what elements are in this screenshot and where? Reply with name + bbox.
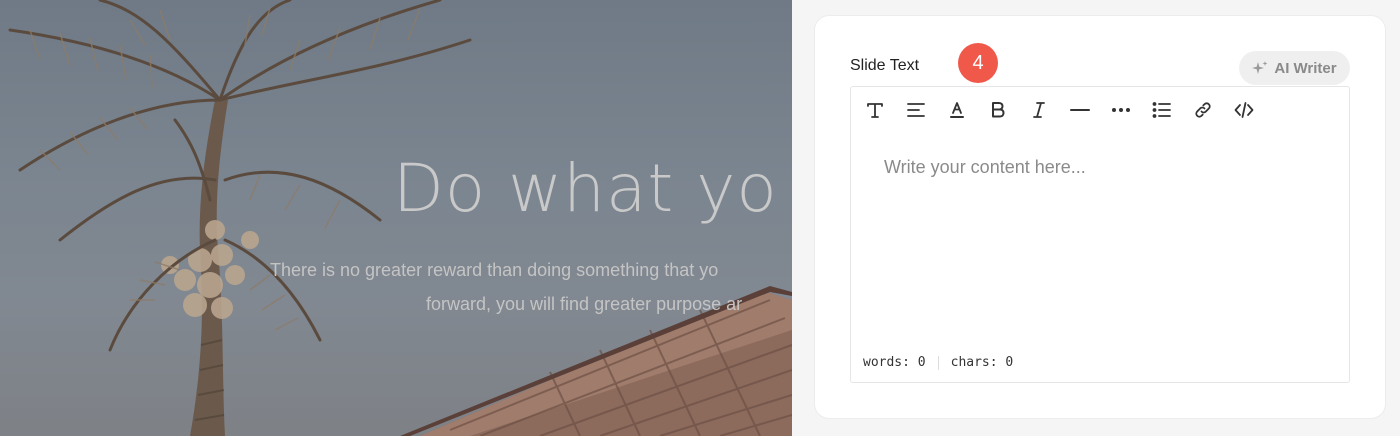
link-button[interactable] [1193,99,1234,121]
link-icon [1195,102,1211,118]
text-style-icon [867,103,883,118]
text-color-button[interactable] [947,99,988,121]
ai-writer-label: AI Writer [1274,59,1337,77]
more-dots-icon [1112,108,1130,112]
word-count: words: 0 [863,355,926,370]
text-color-icon [950,102,964,118]
bold-button[interactable] [988,99,1029,121]
editor-toolbar [865,99,1275,121]
slide-subtitle-line-1: There is no greater reward than doing so… [270,260,719,280]
editor-placeholder[interactable]: Write your content here... [884,157,1086,178]
char-count: chars: 0 [950,355,1014,370]
sparkle-icon [1252,61,1268,74]
align-button[interactable] [906,99,947,121]
step-badge: 4 [958,43,998,83]
horizontal-rule-button[interactable] [1070,99,1111,121]
bold-icon [992,102,1005,118]
horizontal-rule-icon [1070,109,1090,111]
word-char-counter: words: 0 chars: 0 [863,355,1013,370]
rich-text-editor[interactable]: Write your content here... words: 0 char… [850,86,1350,383]
more-button[interactable] [1111,99,1152,121]
slide-title: Do what yo [393,150,778,227]
align-left-icon [907,103,925,117]
italic-button[interactable] [1029,99,1070,121]
ai-writer-button[interactable]: AI Writer [1239,51,1350,85]
italic-icon [1033,102,1045,118]
counter-divider [937,355,939,370]
slide-subtitle-line-2: forward, you will find greater purpose a… [426,294,743,314]
text-style-button[interactable] [865,99,906,121]
slide-preview: Do what yo There is no greater reward th… [0,0,792,436]
list-icon [1152,102,1171,118]
slide-text-panel: Slide Text 4 AI Writer Write your conten… [815,16,1385,418]
slide-text-label: Slide Text [850,57,920,74]
list-button[interactable] [1152,99,1193,121]
code-button[interactable] [1234,99,1275,121]
code-icon [1234,102,1254,118]
